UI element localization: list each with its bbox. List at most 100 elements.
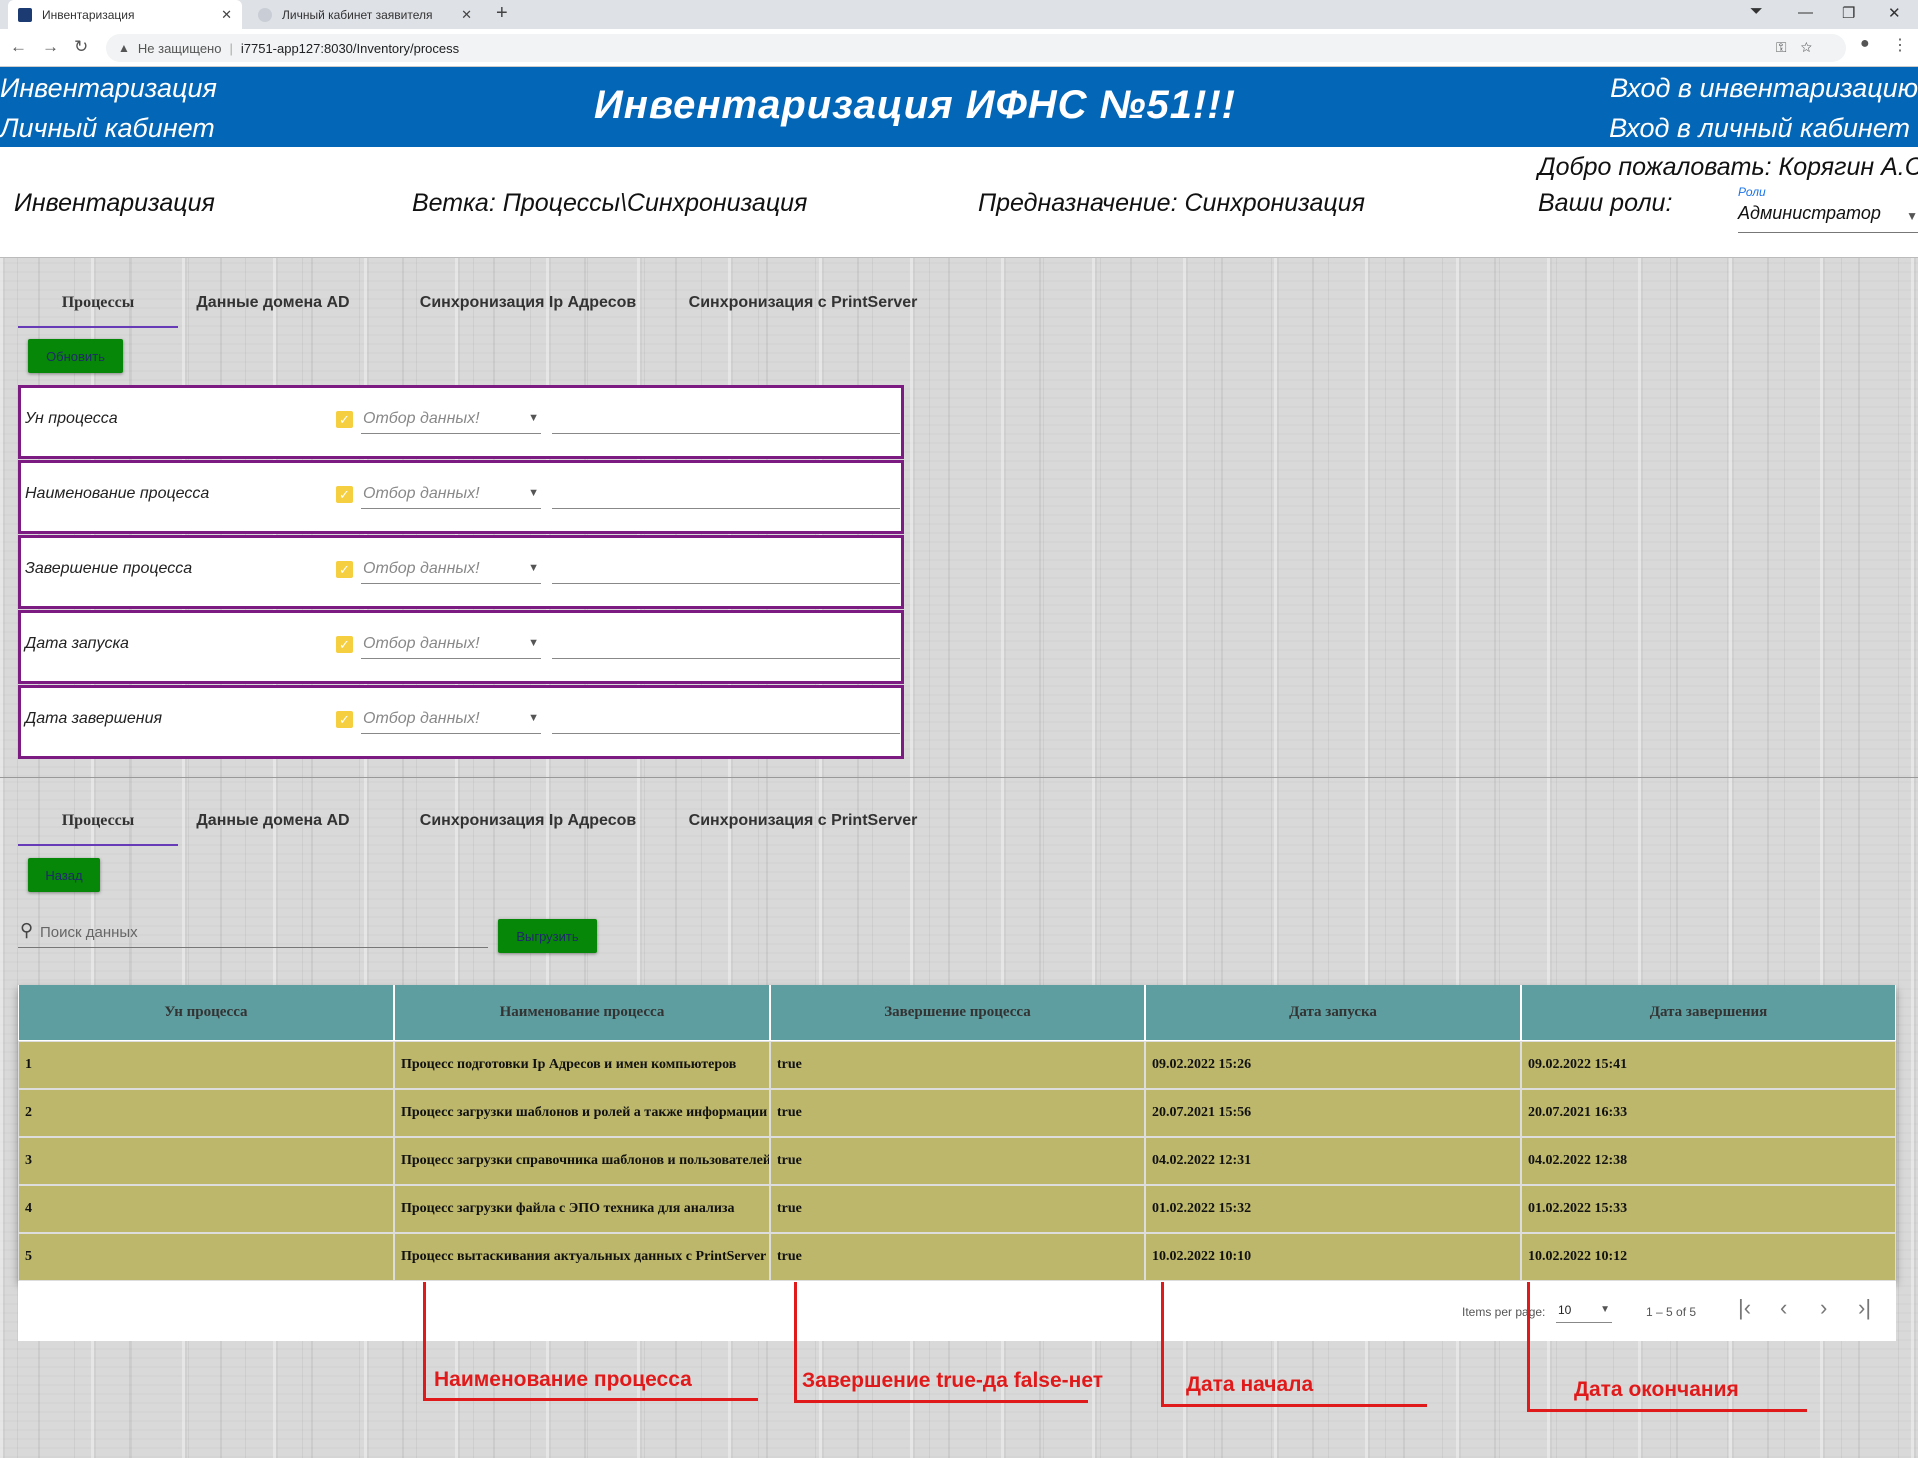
close-tab-icon[interactable]: ✕ bbox=[461, 7, 472, 23]
cell-completed: true bbox=[770, 1137, 1145, 1185]
cell-name: Процесс вытаскивания актуальных данных с… bbox=[394, 1233, 770, 1281]
cell-end-date: 01.02.2022 15:33 bbox=[1521, 1185, 1896, 1233]
search-placeholder: Поиск данных bbox=[40, 924, 138, 941]
filter-section: Процессы Данные домена AD Синхронизация … bbox=[0, 257, 1918, 777]
annotation-label: Дата начала bbox=[1186, 1373, 1314, 1396]
tab-ip-sync[interactable]: Синхронизация Ip Адресов bbox=[398, 278, 658, 328]
filter-dropdown[interactable]: Отбор данных! ▼ bbox=[361, 554, 541, 584]
back-arrow-icon[interactable]: ← bbox=[10, 37, 27, 57]
filter-placeholder: Отбор данных! bbox=[363, 710, 480, 727]
filter-input[interactable] bbox=[552, 479, 900, 509]
roles-label: Ваши роли: bbox=[1538, 189, 1673, 217]
search-icon: ⚲ bbox=[20, 920, 34, 940]
profile-dropdown-icon[interactable]: ⏷ bbox=[1750, 3, 1763, 21]
cell-end-date: 20.07.2021 16:33 bbox=[1521, 1089, 1896, 1137]
annotation-line bbox=[794, 1400, 1088, 1403]
browser-tab-title: Личный кабинет заявителя bbox=[282, 7, 433, 22]
tab-printserver-sync[interactable]: Синхронизация с PrintServer bbox=[658, 278, 948, 328]
warning-triangle-icon: ▲ bbox=[118, 41, 130, 55]
filter-placeholder: Отбор данных! bbox=[363, 635, 480, 652]
refresh-button[interactable]: Обновить bbox=[28, 339, 123, 373]
filter-checkbox[interactable]: ✓ bbox=[336, 411, 353, 428]
column-header[interactable]: Дата запуска bbox=[1145, 985, 1521, 1041]
cell-end-date: 09.02.2022 15:41 bbox=[1521, 1041, 1896, 1089]
page-size-select[interactable]: 10 ▼ bbox=[1556, 1301, 1612, 1323]
cell-start-date: 09.02.2022 15:26 bbox=[1145, 1041, 1521, 1089]
export-button[interactable]: Выгрузить bbox=[498, 919, 597, 953]
last-page-icon[interactable]: ›| bbox=[1858, 1295, 1871, 1321]
annotation-line bbox=[1527, 1409, 1807, 1412]
tab-ad-domain[interactable]: Данные домена AD bbox=[183, 796, 363, 846]
cell-start-date: 20.07.2021 15:56 bbox=[1145, 1089, 1521, 1137]
cell-name: Процесс загрузки шаблонов и ролей а такж… bbox=[394, 1089, 770, 1137]
table-row[interactable]: 5 Процесс вытаскивания актуальных данных… bbox=[18, 1233, 1896, 1281]
cell-name: Процесс загрузки файла с ЭПО техника для… bbox=[394, 1185, 770, 1233]
table-row[interactable]: 2 Процесс загрузки шаблонов и ролей а та… bbox=[18, 1089, 1896, 1137]
chevron-down-icon: ▼ bbox=[528, 412, 539, 424]
tab-ad-domain[interactable]: Данные домена AD bbox=[183, 278, 363, 328]
next-page-icon[interactable]: › bbox=[1820, 1295, 1827, 1321]
column-header[interactable]: Завершение процесса bbox=[770, 985, 1145, 1041]
chevron-down-icon: ▼ bbox=[528, 637, 539, 649]
browser-tab-inventory[interactable]: Инвентаризация ✕ bbox=[8, 0, 242, 29]
cell-id: 1 bbox=[18, 1041, 394, 1089]
chevron-down-icon: ▼ bbox=[528, 712, 539, 724]
globe-favicon-icon bbox=[258, 7, 272, 22]
info-bar: Инвентаризация Ветка: Процессы\Синхрониз… bbox=[0, 147, 1918, 257]
filter-input[interactable] bbox=[552, 704, 900, 734]
filter-dropdown[interactable]: Отбор данных! ▼ bbox=[361, 629, 541, 659]
reload-icon[interactable]: ↻ bbox=[74, 37, 88, 57]
forward-arrow-icon[interactable]: → bbox=[42, 37, 59, 57]
account-icon[interactable]: ● bbox=[1860, 35, 1870, 53]
tab-processes[interactable]: Процессы bbox=[18, 796, 178, 846]
first-page-icon[interactable]: |‹ bbox=[1738, 1295, 1751, 1321]
browser-tab-title: Инвентаризация bbox=[42, 7, 135, 22]
minimize-window-icon[interactable]: — bbox=[1798, 4, 1813, 21]
roles-select[interactable]: Администратор ▼ bbox=[1738, 203, 1918, 233]
login-inventory-link[interactable]: Вход в инвентаризацию bbox=[1610, 73, 1918, 104]
previous-page-icon[interactable]: ‹ bbox=[1780, 1295, 1787, 1321]
cell-name: Процесс загрузки справочника шаблонов и … bbox=[394, 1137, 770, 1185]
key-star-icons[interactable]: ⚿☆ bbox=[1776, 39, 1826, 56]
browser-tab-cabinet[interactable]: Личный кабинет заявителя ✕ bbox=[248, 0, 482, 29]
annotation-line bbox=[423, 1398, 758, 1401]
filter-checkbox[interactable]: ✓ bbox=[336, 711, 353, 728]
filter-row: Наименование процесса ✓ Отбор данных! ▼ bbox=[18, 460, 904, 534]
filter-row: Ун процесса ✓ Отбор данных! ▼ bbox=[18, 385, 904, 459]
filter-dropdown[interactable]: Отбор данных! ▼ bbox=[361, 704, 541, 734]
security-label: Не защищено bbox=[137, 40, 222, 56]
login-cabinet-link[interactable]: Вход в личный кабинет bbox=[1609, 113, 1910, 144]
column-header[interactable]: Ун процесса bbox=[18, 985, 394, 1041]
roles-select-value: Администратор bbox=[1738, 203, 1881, 223]
tab-ip-sync[interactable]: Синхронизация Ip Адресов bbox=[398, 796, 658, 846]
tab-printserver-sync[interactable]: Синхронизация с PrintServer bbox=[658, 796, 948, 846]
filter-checkbox[interactable]: ✓ bbox=[336, 561, 353, 578]
close-tab-icon[interactable]: ✕ bbox=[221, 7, 232, 23]
tab-processes[interactable]: Процессы bbox=[18, 278, 178, 328]
purpose-label: Предназначение: Синхронизация bbox=[978, 189, 1365, 217]
restore-window-icon[interactable]: ❐ bbox=[1842, 4, 1855, 22]
new-tab-plus-icon[interactable]: + bbox=[496, 2, 508, 25]
filter-checkbox[interactable]: ✓ bbox=[336, 486, 353, 503]
chevron-down-icon: ▼ bbox=[528, 562, 539, 574]
filter-dropdown[interactable]: Отбор данных! ▼ bbox=[361, 479, 541, 509]
cell-id: 4 bbox=[18, 1185, 394, 1233]
column-header[interactable]: Наименование процесса bbox=[394, 985, 770, 1041]
filter-checkbox[interactable]: ✓ bbox=[336, 636, 353, 653]
table-row[interactable]: 3 Процесс загрузки справочника шаблонов … bbox=[18, 1137, 1896, 1185]
menu-kebab-icon[interactable]: ⋮ bbox=[1892, 35, 1908, 55]
filter-input[interactable] bbox=[552, 629, 900, 659]
branch-label: Ветка: Процессы\Синхронизация bbox=[412, 189, 808, 217]
search-input[interactable]: ⚲ Поиск данных bbox=[18, 920, 488, 948]
process-table: Ун процесса Наименование процесса Заверш… bbox=[18, 985, 1896, 1281]
filter-input[interactable] bbox=[552, 554, 900, 584]
filter-dropdown[interactable]: Отбор данных! ▼ bbox=[361, 404, 541, 434]
url-input[interactable]: ▲ Не защищено | i7751-app127:8030/Invent… bbox=[106, 34, 1846, 62]
filter-input[interactable] bbox=[552, 404, 900, 434]
close-window-icon[interactable]: ✕ bbox=[1888, 4, 1901, 22]
table-row[interactable]: 1 Процесс подготовки Ip Адресов и имен к… bbox=[18, 1041, 1896, 1089]
back-button[interactable]: Назад bbox=[28, 858, 100, 892]
table-row[interactable]: 4 Процесс загрузки файла с ЭПО техника д… bbox=[18, 1185, 1896, 1233]
url-text: i7751-app127:8030/Inventory/process bbox=[240, 40, 460, 56]
column-header[interactable]: Дата завершения bbox=[1521, 985, 1896, 1041]
